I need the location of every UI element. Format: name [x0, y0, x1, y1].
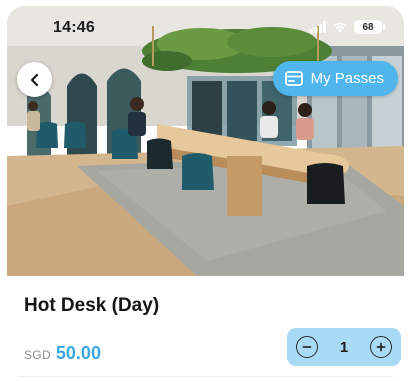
- hero-photo: [7, 6, 404, 276]
- price-currency: SGD: [24, 348, 51, 362]
- coworking-space-illustration: [7, 6, 404, 276]
- quantity-stepper: 1: [287, 328, 401, 366]
- chevron-left-icon: [28, 73, 42, 87]
- decrement-button[interactable]: [296, 336, 318, 358]
- plus-icon: [376, 342, 386, 352]
- quantity-value: 1: [339, 338, 349, 356]
- pass-card-icon: [284, 71, 303, 86]
- wifi-icon: [332, 21, 348, 33]
- minus-icon: [302, 342, 312, 352]
- app-screen: 14:46 68 My Passes Hot Desk (Day) SGD 50…: [7, 6, 404, 378]
- increment-button[interactable]: [370, 336, 392, 358]
- price-value: 50.00: [55, 343, 101, 363]
- signal-icon: [310, 21, 326, 33]
- back-button[interactable]: [17, 62, 52, 97]
- status-time: 14:46: [53, 19, 95, 36]
- my-passes-label: My Passes: [310, 70, 384, 87]
- status-indicators: 68: [310, 20, 385, 34]
- battery-icon: 68: [354, 20, 385, 34]
- divider: [7, 376, 404, 377]
- price-row: SGD 50.00: [24, 343, 101, 364]
- product-title: Hot Desk (Day): [24, 295, 160, 316]
- my-passes-button[interactable]: My Passes: [272, 61, 398, 96]
